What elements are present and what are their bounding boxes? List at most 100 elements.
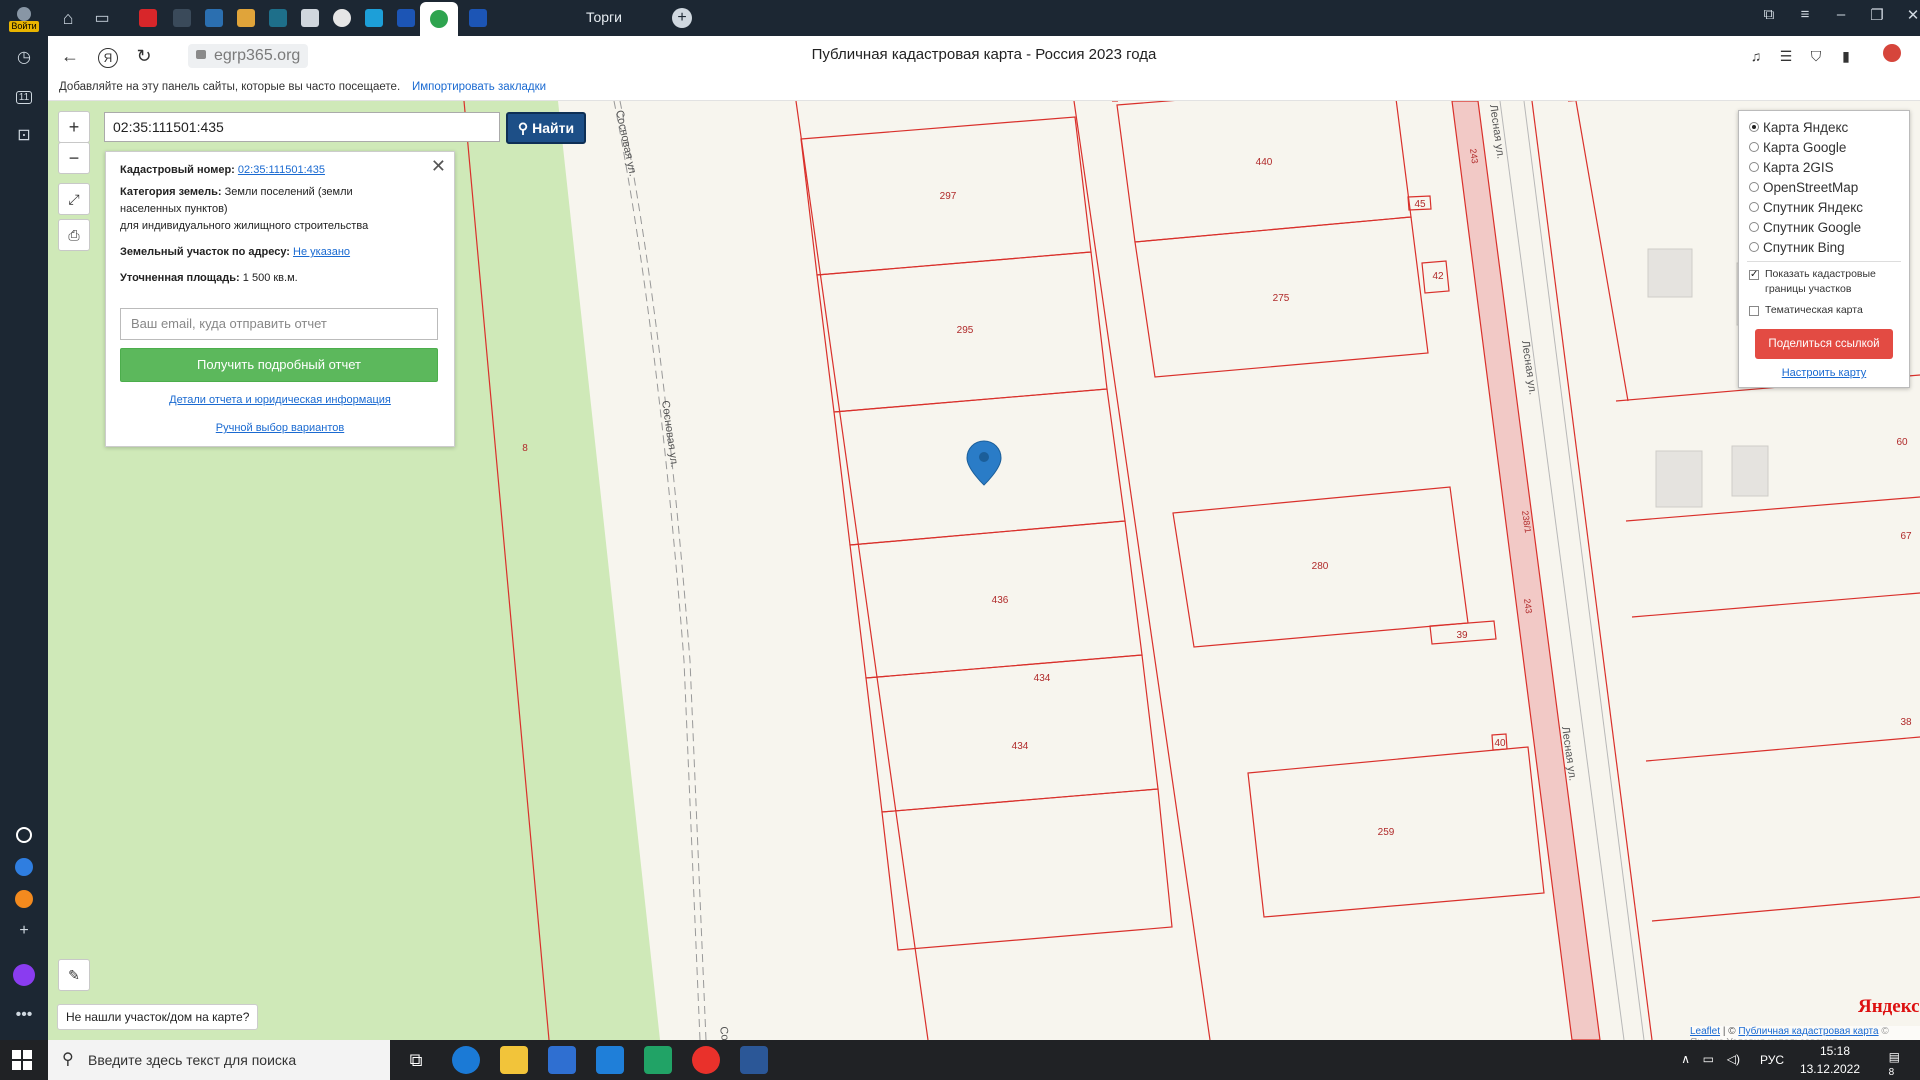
plot-label: 275 bbox=[1273, 293, 1290, 304]
import-bookmarks-link[interactable]: Импортировать закладки bbox=[412, 81, 546, 93]
restore-button[interactable]: ❐ bbox=[1862, 6, 1892, 24]
address-link[interactable]: Не указано bbox=[293, 246, 350, 258]
tab-6[interactable] bbox=[230, 4, 262, 32]
calendar-button[interactable]: 11 bbox=[9, 82, 39, 112]
volume-icon[interactable]: ◁) bbox=[1727, 1052, 1740, 1066]
minimize-button[interactable]: – bbox=[1826, 6, 1856, 23]
search-button[interactable]: ⚲ Найти bbox=[506, 112, 586, 144]
share-link-button[interactable]: Поделиться ссылкой bbox=[1755, 329, 1893, 359]
yandex-button[interactable]: Я bbox=[94, 44, 122, 68]
tab-7[interactable] bbox=[262, 4, 294, 32]
network-icon[interactable]: ▭ bbox=[1703, 1052, 1714, 1066]
zoom-out-button[interactable]: − bbox=[58, 142, 90, 174]
print-button[interactable]: ⎙ bbox=[58, 219, 90, 251]
folder-icon: ▭ bbox=[94, 10, 110, 27]
tab-4[interactable] bbox=[166, 4, 198, 32]
checkbox-checked-icon: ✓ bbox=[1749, 269, 1759, 280]
url-field[interactable]: egrp365.org bbox=[188, 44, 309, 68]
excel-app[interactable] bbox=[644, 1046, 672, 1074]
layer-option[interactable]: Спутник Bing bbox=[1749, 237, 1845, 257]
manual-select-link[interactable]: Ручной выбор вариантов bbox=[216, 422, 344, 434]
profile-button[interactable]: Войти bbox=[9, 4, 39, 34]
address-bar: ← Я ↻ egrp365.org Публичная кадастровая … bbox=[48, 36, 1920, 76]
close-window-button[interactable]: ✕ bbox=[1898, 6, 1920, 24]
headphones-button[interactable]: ♫ bbox=[1742, 44, 1770, 68]
red-site-icon bbox=[139, 9, 157, 27]
category-use: для индивидуального жилищного строительс… bbox=[120, 220, 369, 232]
tab-12[interactable] bbox=[462, 4, 494, 32]
layer-option[interactable]: Карта Яндекс bbox=[1749, 117, 1848, 137]
new-tab-button[interactable]: + bbox=[666, 4, 698, 32]
cadastral-number-link[interactable]: 02:35:111501:435 bbox=[238, 164, 325, 176]
leaflet-link[interactable]: Leaflet bbox=[1690, 1026, 1720, 1037]
tab-2[interactable]: ▭ bbox=[86, 4, 118, 32]
clock-time[interactable]: 15:18 bbox=[1820, 1044, 1850, 1058]
reader-button[interactable]: ☰ bbox=[1772, 44, 1800, 68]
app-button-1[interactable] bbox=[9, 820, 39, 850]
protect-button[interactable]: ⛉ bbox=[1802, 44, 1830, 68]
tab-home[interactable]: ⌂ bbox=[52, 4, 84, 32]
edge-app[interactable] bbox=[452, 1046, 480, 1074]
layer-option[interactable]: Спутник Google bbox=[1749, 217, 1861, 237]
layer-option[interactable]: Карта 2GIS bbox=[1749, 157, 1834, 177]
tab-10[interactable] bbox=[358, 4, 390, 32]
hamburger-icon: ≡ bbox=[1800, 6, 1810, 23]
windows-taskbar: ⚲ Введите здесь текст для поиска ⧉ ∧ ▭ ◁… bbox=[0, 1040, 1920, 1080]
thematic-toggle[interactable]: Тематическая карта bbox=[1749, 303, 1899, 318]
notifications-button[interactable]: ▤ 8 bbox=[1889, 1050, 1900, 1078]
not-found-help-button[interactable]: Не нашли участок/дом на карте? bbox=[57, 1004, 259, 1030]
reload-icon: ↻ bbox=[136, 46, 152, 66]
start-button[interactable] bbox=[12, 1050, 32, 1070]
fullscreen-button[interactable]: ⤢ bbox=[58, 183, 90, 215]
email-field[interactable]: Ваш email, куда отправить отчет bbox=[120, 308, 438, 340]
show-borders-toggle[interactable]: ✓ Показать кадастровые границы участков bbox=[1749, 267, 1899, 297]
explorer-app[interactable] bbox=[500, 1046, 528, 1074]
store-app[interactable] bbox=[548, 1046, 576, 1074]
zoom-in-button[interactable]: + bbox=[58, 111, 90, 143]
add-panel-button[interactable]: + bbox=[9, 916, 39, 946]
alice-button[interactable] bbox=[9, 960, 39, 990]
site-icon bbox=[365, 9, 383, 27]
location-marker[interactable] bbox=[966, 440, 1002, 486]
lock-icon bbox=[196, 50, 206, 59]
back-button[interactable]: ← bbox=[56, 44, 84, 68]
radio-icon bbox=[1749, 202, 1759, 212]
mail-app[interactable] bbox=[596, 1046, 624, 1074]
reload-button[interactable]: ↻ bbox=[130, 44, 158, 68]
language-indicator[interactable]: РУС bbox=[1760, 1053, 1784, 1067]
tab-title-torgi[interactable]: Торги bbox=[586, 9, 622, 25]
layer-option[interactable]: OpenStreetMap bbox=[1749, 177, 1858, 197]
layer-option[interactable]: Карта Google bbox=[1749, 137, 1846, 157]
tab-3[interactable] bbox=[132, 4, 164, 32]
history-button[interactable]: ◷ bbox=[9, 42, 39, 72]
yandex-browser-app[interactable] bbox=[692, 1046, 720, 1074]
ruler-button[interactable]: ✎ bbox=[58, 959, 90, 991]
report-details-link[interactable]: Детали отчета и юридическая информация bbox=[169, 394, 391, 406]
collections-button[interactable]: ⧉ bbox=[1754, 6, 1784, 23]
plot-label: 45 bbox=[1414, 199, 1426, 210]
extension-button[interactable] bbox=[1878, 44, 1906, 68]
tab-active[interactable] bbox=[420, 2, 458, 36]
setup-map-link[interactable]: Настроить карту bbox=[1739, 367, 1909, 379]
bookmark-button[interactable]: ▮ bbox=[1832, 44, 1860, 68]
tab-5[interactable] bbox=[198, 4, 230, 32]
tab-9[interactable] bbox=[326, 4, 358, 32]
app-button-3[interactable] bbox=[9, 884, 39, 914]
screenshot-button[interactable]: ⊡ bbox=[9, 120, 39, 150]
menu-button[interactable]: ≡ bbox=[1790, 6, 1820, 23]
task-view-button[interactable]: ⧉ bbox=[402, 1046, 430, 1074]
tray-expand-icon[interactable]: ∧ bbox=[1681, 1052, 1690, 1066]
tab-11[interactable] bbox=[390, 4, 422, 32]
get-report-button[interactable]: Получить подробный отчет bbox=[120, 348, 438, 382]
taskbar-search[interactable]: ⚲ Введите здесь текст для поиска bbox=[48, 1040, 390, 1080]
headphones-icon: ♫ bbox=[1750, 48, 1762, 64]
app-button-2[interactable] bbox=[9, 852, 39, 882]
cadastral-search-input[interactable]: 02:35:111501:435 bbox=[104, 112, 500, 142]
more-button[interactable]: ••• bbox=[9, 1000, 39, 1030]
map-layers-panel: Карта Яндекс Карта Google Карта 2GIS Ope… bbox=[1738, 110, 1910, 388]
pkk-link[interactable]: Публичная кадастровая карта bbox=[1738, 1026, 1878, 1037]
clock-date[interactable]: 13.12.2022 bbox=[1800, 1062, 1860, 1076]
word-app[interactable] bbox=[740, 1046, 768, 1074]
tab-8[interactable] bbox=[294, 4, 326, 32]
layer-option[interactable]: Спутник Яндекс bbox=[1749, 197, 1863, 217]
